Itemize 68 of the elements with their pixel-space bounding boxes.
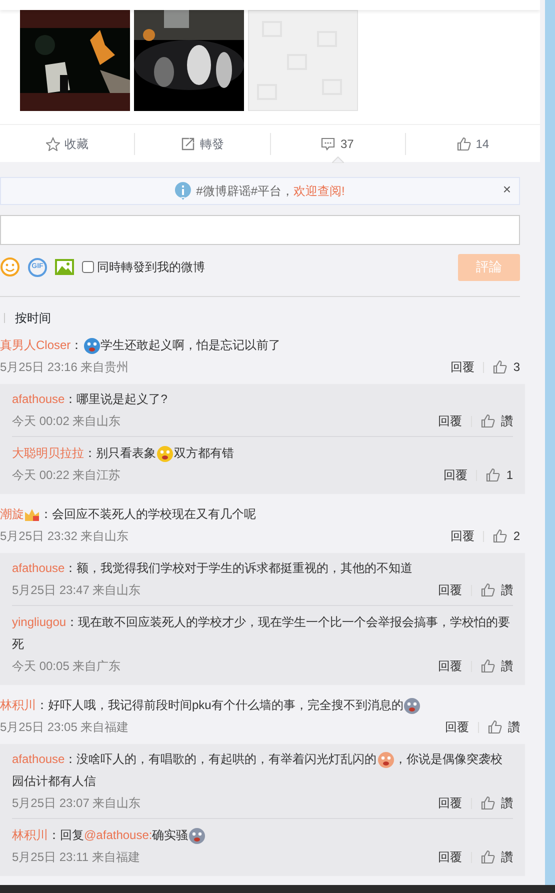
comment-meta: 今天 00:22 来自江苏 (12, 467, 121, 484)
smiley-icon[interactable] (0, 257, 20, 277)
thumbs-up-icon (456, 136, 471, 150)
repost-tab[interactable]: 轉發 (135, 125, 270, 162)
thumbs-up-icon (493, 528, 508, 544)
comment-text: afathouse：没啥吓人的，有唱歌的，有起哄的，有举着闪光灯乱闪的 ，你说是偶像突袭校园估计都有人信 (12, 750, 504, 790)
comment-text: yingliugou：现在敢不回应装死人的学校才少，现在学生一个比一个会举报会搞事，学校怕的要死 (12, 614, 512, 653)
pointer-caret (332, 156, 344, 163)
comment-text: afathouse：哪里说是起义了? (12, 391, 168, 408)
comment-input[interactable] (0, 215, 520, 245)
emoji-icon (188, 826, 206, 845)
reply-link[interactable]: 回覆 (438, 581, 462, 599)
like-button[interactable]: 讚 (481, 794, 513, 812)
comment-text: 真男人Closer： 学生还敢起义啊，怕是忘记以前了 (0, 334, 520, 356)
notice-text: #微博辟谣#平台， (196, 183, 294, 200)
reply-link[interactable]: 回覆 (443, 466, 468, 484)
like-button[interactable]: 讚 (488, 718, 520, 736)
comment-meta: 5月25日 23:47 来自山东 (12, 582, 141, 599)
reply-link[interactable]: 回覆 (438, 412, 462, 430)
info-icon (175, 182, 192, 200)
comment-meta: 5月25日 23:07 来自山东 (12, 795, 141, 812)
comment-text: 林积川：好吓人哦，我记得前段时间pku有个什么墙的事，完全搜不到消息的 (0, 694, 520, 716)
like-button[interactable]: 讚 (481, 848, 513, 866)
image-icon[interactable] (55, 259, 74, 275)
sort-by-time-link[interactable]: 按时间 (15, 309, 51, 327)
reply-link[interactable]: 回覆 (450, 527, 474, 545)
reply-link[interactable]: 回覆 (438, 794, 462, 812)
comment-text: 大聪明贝拉拉：别只看表象 双方都有错 (12, 442, 513, 464)
favorite-tab[interactable]: 收藏 (0, 125, 134, 162)
thumbs-up-icon (481, 796, 496, 810)
star-icon (46, 136, 60, 150)
close-button[interactable]: × (502, 182, 511, 196)
comment-icon (321, 136, 336, 150)
like-button[interactable]: 讚 (481, 657, 513, 675)
emoji-icon (376, 750, 395, 769)
thumbs-up-icon (481, 658, 496, 674)
like-tab[interactable]: 14 (406, 125, 540, 162)
repost-checkbox[interactable] (82, 261, 94, 273)
like-button[interactable]: 2 (493, 527, 520, 545)
thumbs-up-icon (488, 720, 503, 734)
comment-text: afathouse：额，我觉得我们学校对于学生的诉求都挺重视的，其他的不知道 (12, 560, 414, 577)
comment-meta: 今天 00:02 来自山东 (12, 413, 121, 430)
like-button[interactable]: 3 (493, 358, 520, 376)
thumbs-up-icon (481, 850, 496, 864)
reply-link[interactable]: 回覆 (450, 358, 474, 376)
thumbs-up-icon (481, 414, 496, 428)
comment-text: 林积川：回复@afathouse:确实骚 (12, 824, 513, 846)
emoji-icon (403, 696, 422, 715)
share-icon (180, 136, 195, 150)
emoji-icon (82, 336, 101, 355)
like-button[interactable]: 1 (486, 466, 513, 484)
comment-meta: 5月25日 23:32 来自山东 (0, 528, 129, 545)
comment-text: 潮旋 ：会回应不装死人的学校现在又有几个呢 (0, 506, 257, 524)
comment-tab[interactable]: 37 (270, 125, 405, 162)
comment-meta: 5月25日 23:11 来自福建 (12, 849, 140, 866)
reply-link[interactable]: 回覆 (438, 657, 462, 675)
comment-meta: 今天 00:05 来自广东 (12, 658, 121, 675)
comment-meta: 5月25日 23:05 来自福建 (0, 719, 129, 736)
reply-link[interactable]: 回覆 (445, 718, 469, 736)
thumbs-up-icon (486, 468, 502, 482)
reply-link[interactable]: 回覆 (438, 848, 462, 866)
checkbox-label: 同時轉發到我的微博 (97, 259, 205, 276)
comment-meta: 5月25日 23:16 来自贵州 (0, 359, 129, 376)
like-button[interactable]: 讚 (481, 581, 513, 599)
thumbs-up-icon (481, 582, 496, 598)
emoji-icon (156, 444, 174, 463)
like-button[interactable]: 讚 (481, 412, 513, 430)
thumbs-up-icon (493, 360, 508, 374)
